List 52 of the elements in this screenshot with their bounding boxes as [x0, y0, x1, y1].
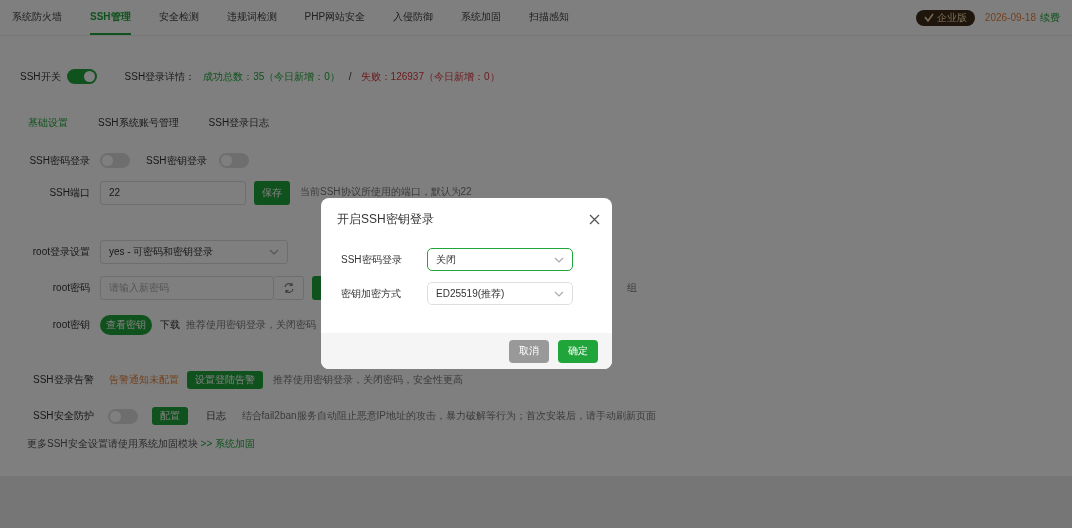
separator: / [348, 70, 352, 83]
nav-tab[interactable]: 违规词检测 [226, 0, 277, 35]
nav-tab[interactable]: 系统加固 [461, 0, 502, 35]
refresh-icon [282, 282, 295, 294]
field-label: SSH安全防护 [33, 410, 94, 422]
switch-label: SSH开关 [20, 70, 61, 83]
view-key-button[interactable]: 查看密钥 [100, 315, 152, 335]
confirm-button[interactable]: 确定 [558, 339, 598, 363]
nav-tab[interactable]: 入侵防御 [393, 0, 434, 35]
chevron-down-icon [554, 290, 564, 297]
log-link[interactable]: 日志 [205, 410, 226, 422]
expiry-date: 2026-09-18 [984, 11, 1036, 24]
details-label: SSH登录详情： [124, 70, 196, 83]
nav-tab[interactable]: 系统防火墙 [12, 0, 62, 35]
sub-tab[interactable]: SSH系统账号管理 [98, 116, 179, 130]
success-count: 成功总数：35（今日新增：0） [203, 70, 340, 83]
field-label: SSH密码登录 [28, 154, 90, 167]
select-field[interactable]: yes - 可密码和密钥登录 [100, 240, 288, 264]
chevron-down-icon [554, 256, 564, 263]
select-field[interactable]: 关闭 [427, 248, 573, 271]
sub-tab[interactable]: 基础设置 [28, 116, 68, 130]
field-label: 密钥加密方式 [341, 287, 402, 300]
renew-link[interactable]: 续费 [1040, 11, 1060, 24]
hardening-link[interactable]: >> 系统加固 [200, 438, 256, 450]
save-button[interactable]: 保存 [254, 181, 290, 205]
nav-tab[interactable]: 扫描感知 [529, 0, 570, 35]
hint-text: 组 [627, 282, 637, 294]
field-label: root登录设置 [31, 246, 90, 258]
sub-tab[interactable]: SSH登录日志 [208, 116, 270, 130]
close-icon[interactable] [589, 213, 600, 225]
field-label: SSH密钥登录 [146, 154, 207, 167]
dialog-title: 开启SSH密钥登录 [337, 213, 434, 225]
field-label: SSH登录告警 [33, 374, 94, 386]
nav-tab[interactable]: 安全检测 [158, 0, 199, 35]
toggle-switch[interactable] [66, 69, 97, 84]
footer-note: 更多SSH安全设置请使用系统加固模块 [27, 438, 198, 450]
field-label: SSH端口 [48, 187, 90, 199]
chevron-down-icon [269, 249, 279, 255]
nav-tab[interactable]: PHP网站安全 [304, 0, 366, 35]
config-button[interactable]: 配置 [151, 407, 188, 425]
download-link[interactable]: 下载 [160, 319, 180, 331]
edition-badge: 企业版 [915, 9, 975, 26]
select-field[interactable]: ED25519(推荐) [427, 282, 573, 305]
field-label: SSH密码登录 [341, 253, 403, 266]
failure-count: 失败：126937（今日新增：0） [360, 70, 500, 83]
port-input[interactable]: 22 [100, 181, 246, 205]
field-label: root密码 [51, 282, 90, 294]
refresh-button[interactable] [274, 276, 304, 300]
alert-status: 告警通知未配置 [108, 374, 179, 386]
cancel-button[interactable]: 取消 [509, 339, 549, 363]
field-label: root密钥 [51, 319, 90, 331]
alert-settings-button[interactable]: 设置登陆告警 [186, 371, 263, 389]
